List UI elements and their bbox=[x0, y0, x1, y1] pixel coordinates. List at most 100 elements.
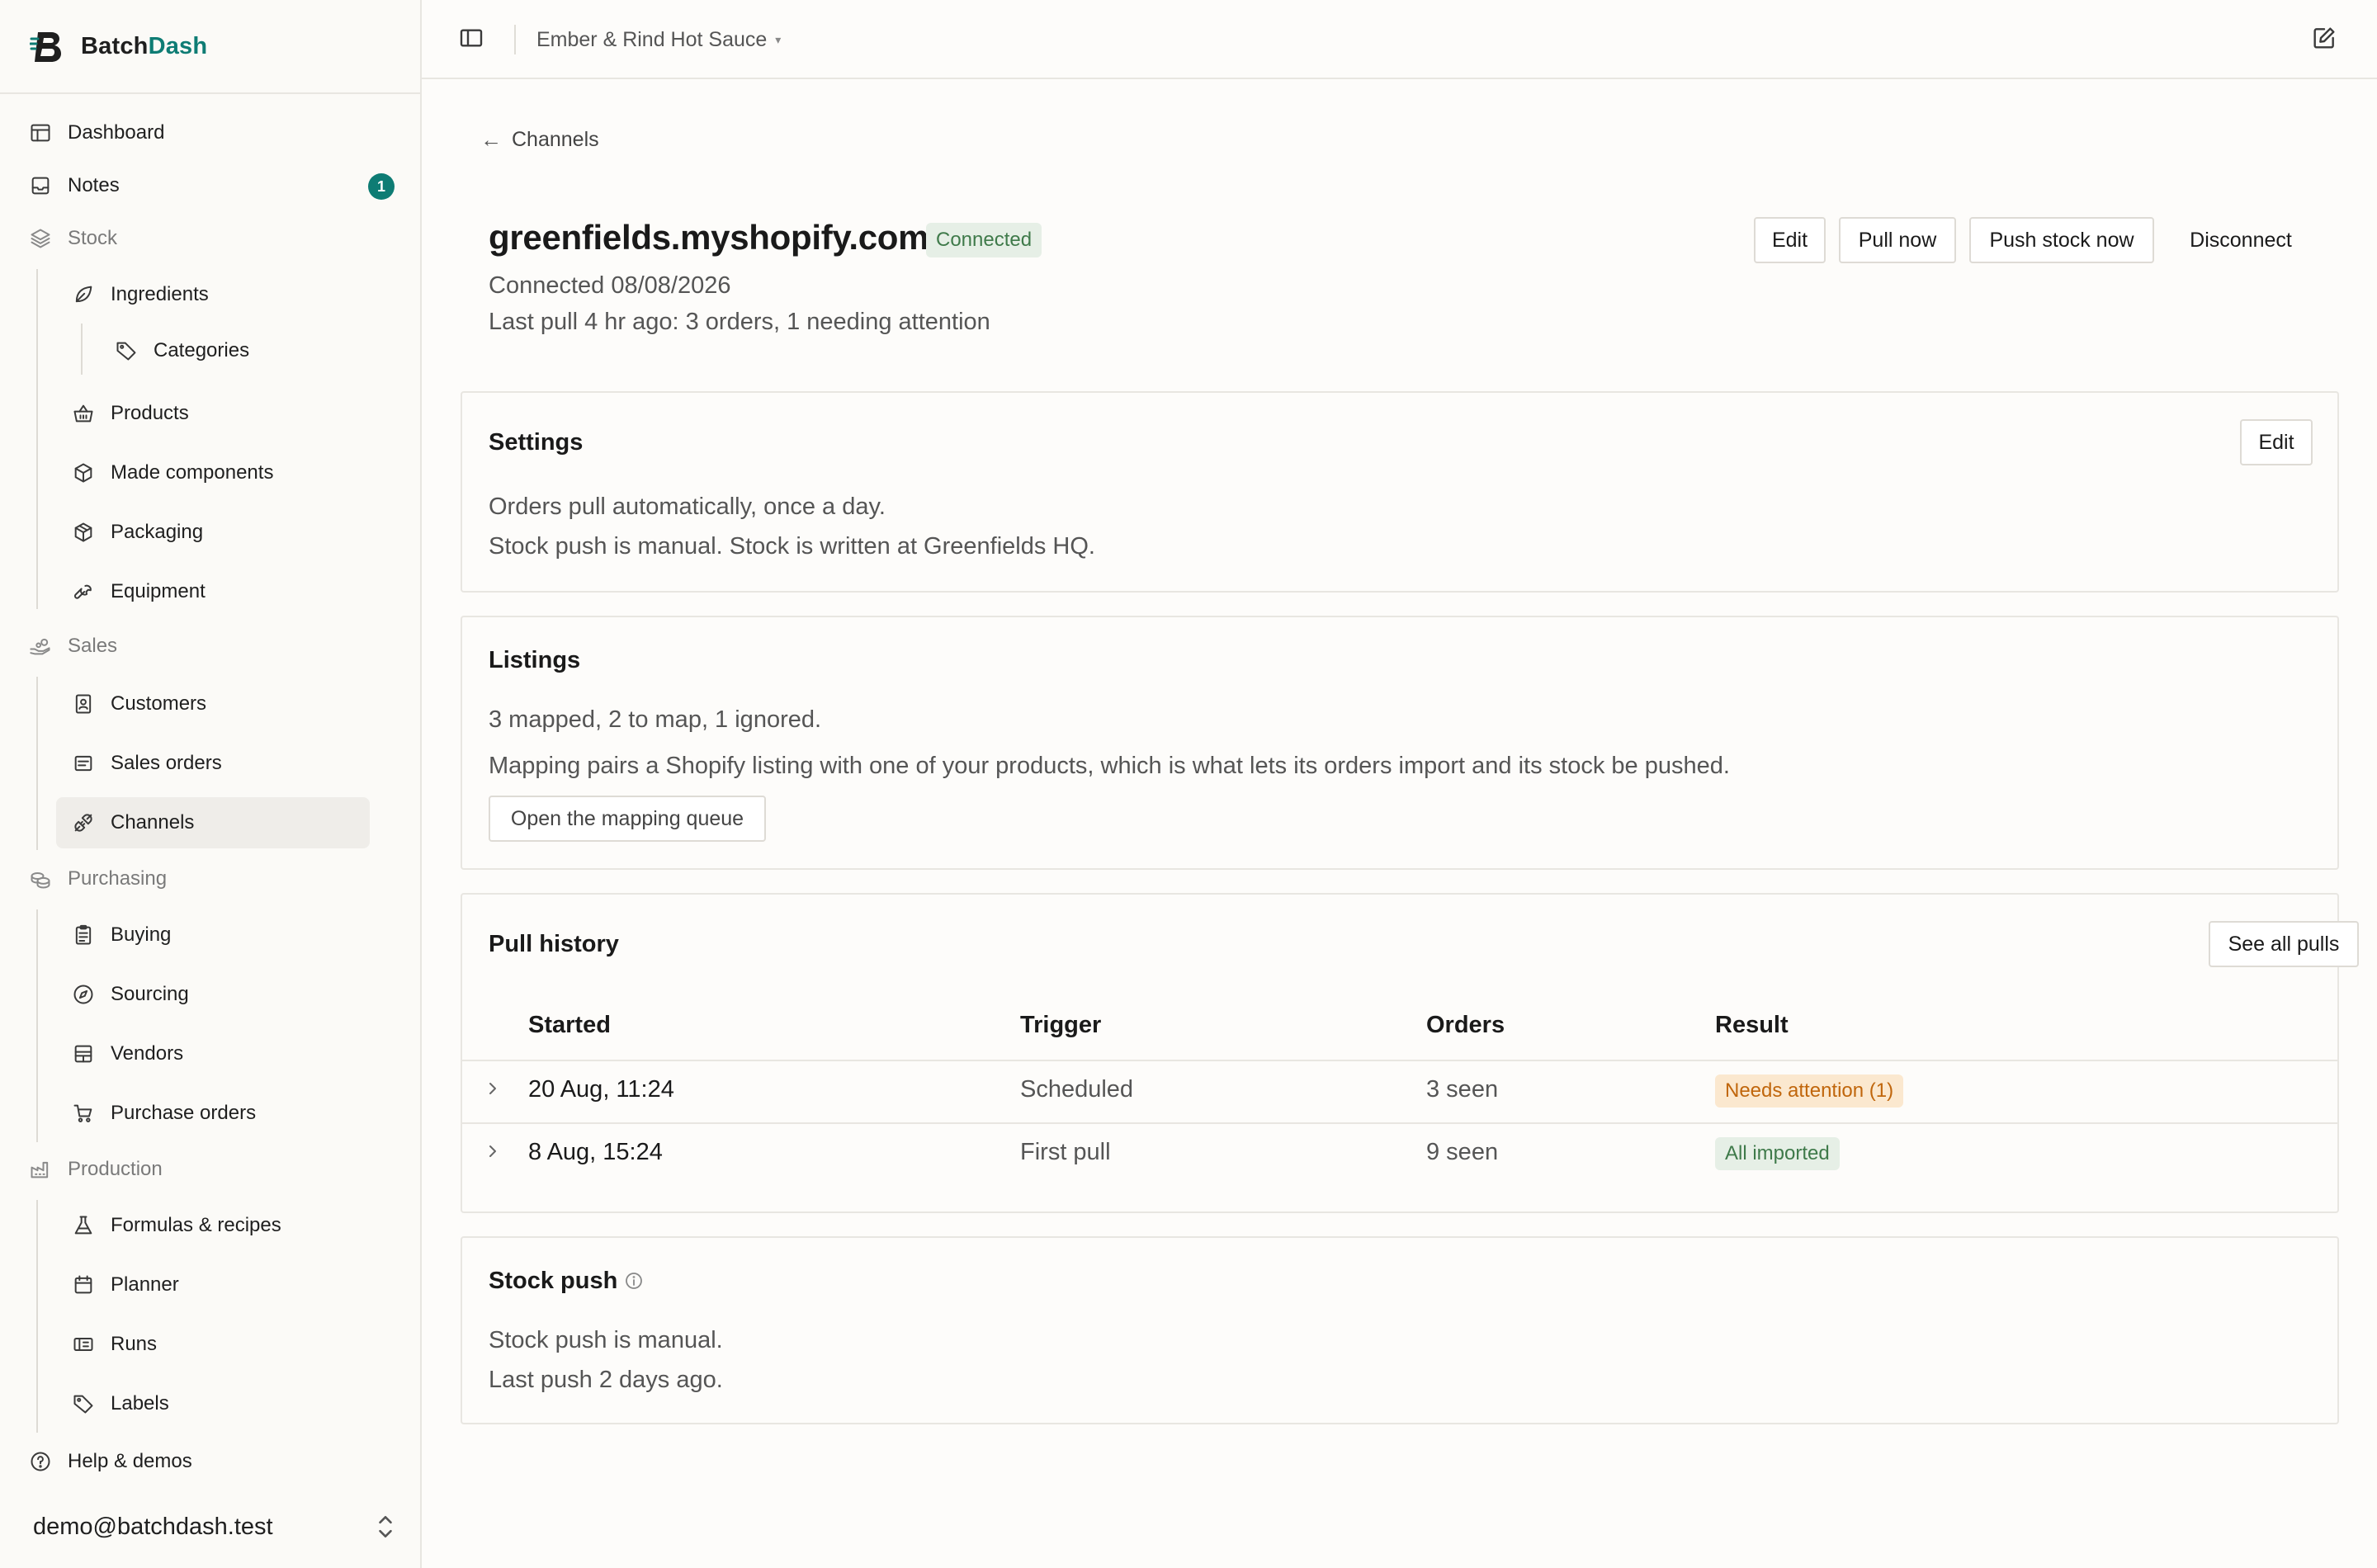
sidebar-group-production[interactable]: Production bbox=[28, 1144, 391, 1195]
sidebar-item-sales-orders[interactable]: Sales orders bbox=[71, 738, 368, 789]
sidebar-item-runs[interactable]: Runs bbox=[71, 1319, 368, 1370]
sidebar-item-label: Stock bbox=[68, 227, 118, 249]
expand-row-chevron-icon[interactable] bbox=[484, 1142, 503, 1162]
sidebar-item-label: Channels bbox=[111, 811, 195, 834]
sidebar-item-label: Products bbox=[111, 402, 189, 424]
column-header-started[interactable]: Started bbox=[528, 1012, 611, 1039]
sidebar-item-label: Made components bbox=[111, 461, 274, 484]
sidebar-item-label: Sourcing bbox=[111, 983, 189, 1005]
panel-left-icon bbox=[460, 29, 483, 47]
sidebar-item-label: Sales orders bbox=[111, 752, 222, 774]
sidebar-group-purchasing[interactable]: Purchasing bbox=[28, 853, 391, 904]
disconnect-button[interactable]: Disconnect bbox=[2167, 217, 2314, 263]
chevrons-up-down-icon bbox=[379, 1516, 392, 1537]
pull-now-button[interactable]: Pull now bbox=[1839, 217, 1956, 263]
ticket-icon bbox=[71, 1332, 96, 1357]
sidebar-item-label: Help & demos bbox=[68, 1450, 192, 1472]
sidebar-item-ingredients[interactable]: Ingredients bbox=[71, 269, 368, 320]
sidebar-item-equipment[interactable]: Equipment bbox=[71, 566, 368, 617]
expand-row-chevron-icon[interactable] bbox=[484, 1079, 503, 1099]
sidebar-item-categories[interactable]: Categories bbox=[114, 325, 362, 376]
sidebar-item-buying[interactable]: Buying bbox=[71, 909, 368, 961]
listings-description: Mapping pairs a Shopify listing with one… bbox=[489, 753, 1730, 779]
notes-count-badge: 1 bbox=[368, 173, 395, 200]
row-orders: 9 seen bbox=[1426, 1139, 1499, 1165]
info-icon[interactable] bbox=[624, 1271, 645, 1292]
edit-channel-button[interactable]: Edit bbox=[1754, 217, 1826, 263]
tree-line bbox=[36, 909, 38, 1142]
leaf-icon bbox=[71, 282, 96, 307]
stock-push-line-2: Last push 2 days ago. bbox=[489, 1367, 723, 1393]
sidebar-item-label: Equipment bbox=[111, 580, 206, 602]
sidebar-item-label: Sales bbox=[68, 635, 118, 657]
sidebar-item-vendors[interactable]: Vendors bbox=[71, 1028, 368, 1079]
contact-icon bbox=[71, 692, 96, 716]
settings-title: Settings bbox=[489, 429, 584, 456]
sidebar-item-label: Formulas & recipes bbox=[111, 1214, 281, 1236]
calendar-icon bbox=[71, 1273, 96, 1297]
sidebar-group-stock[interactable]: Stock bbox=[28, 213, 391, 264]
open-mapping-queue-button[interactable]: Open the mapping queue bbox=[489, 796, 766, 842]
listings-card: Listings 3 mapped, 2 to map, 1 ignored. … bbox=[461, 616, 2339, 870]
sidebar-item-label: Packaging bbox=[111, 521, 204, 543]
column-header-orders[interactable]: Orders bbox=[1426, 1012, 1505, 1039]
edit-square-icon bbox=[2313, 27, 2335, 49]
sidebar-toggle-button[interactable] bbox=[458, 25, 488, 54]
sidebar-item-label: Dashboard bbox=[68, 121, 165, 144]
sidebar-item-customers[interactable]: Customers bbox=[71, 678, 368, 730]
stock-push-title: Stock push bbox=[489, 1268, 618, 1294]
sidebar-item-help[interactable]: Help & demos bbox=[28, 1436, 391, 1487]
sidebar-item-planner[interactable]: Planner bbox=[71, 1259, 368, 1311]
sidebar-item-labels[interactable]: Labels bbox=[71, 1378, 368, 1429]
edit-settings-button[interactable]: Edit bbox=[2240, 419, 2313, 465]
sidebar-item-products[interactable]: Products bbox=[71, 388, 368, 439]
wrench-icon bbox=[71, 579, 96, 604]
sidebar-item-purchase-orders[interactable]: Purchase orders bbox=[71, 1088, 368, 1139]
sidebar-item-packaging[interactable]: Packaging bbox=[71, 507, 368, 558]
table-divider bbox=[462, 1060, 2337, 1061]
row-started: 8 Aug, 15:24 bbox=[528, 1139, 663, 1165]
cart-icon bbox=[71, 1101, 96, 1126]
help-circle-icon bbox=[28, 1449, 53, 1474]
tag-icon bbox=[71, 1391, 96, 1416]
user-menu[interactable]: demo@batchdash.test bbox=[33, 1502, 396, 1551]
stock-push-line-1: Stock push is manual. bbox=[489, 1327, 723, 1353]
back-to-channels-link[interactable]: ← Channels bbox=[480, 127, 599, 153]
stock-push-card: Stock push Stock push is manual. Last pu… bbox=[461, 1236, 2339, 1424]
tree-line bbox=[36, 1200, 38, 1433]
sidebar-item-channels[interactable]: Channels bbox=[56, 797, 370, 848]
listings-title: Listings bbox=[489, 647, 581, 673]
topbar-divider bbox=[514, 25, 516, 54]
clipboard-icon bbox=[71, 923, 96, 947]
sidebar-item-label: Notes bbox=[68, 174, 120, 196]
sidebar-item-label: Runs bbox=[111, 1333, 158, 1355]
sidebar-item-label: Vendors bbox=[111, 1042, 184, 1065]
sidebar-item-formulas[interactable]: Formulas & recipes bbox=[71, 1200, 368, 1251]
brand[interactable]: BatchDash bbox=[30, 28, 207, 64]
push-stock-now-button[interactable]: Push stock now bbox=[1969, 217, 2154, 263]
listings-summary: 3 mapped, 2 to map, 1 ignored. bbox=[489, 706, 822, 733]
layout-icon bbox=[28, 120, 53, 145]
sidebar-item-made-components[interactable]: Made components bbox=[71, 447, 368, 498]
sidebar-item-label: Labels bbox=[111, 1392, 169, 1415]
settings-line-2: Stock push is manual. Stock is written a… bbox=[489, 533, 1095, 560]
column-header-result[interactable]: Result bbox=[1715, 1012, 1789, 1039]
coins-icon bbox=[28, 867, 53, 891]
row-trigger: Scheduled bbox=[1020, 1076, 1134, 1103]
sidebar-item-notes[interactable]: Notes bbox=[28, 160, 391, 211]
sidebar-item-label: Customers bbox=[111, 692, 207, 715]
column-header-trigger[interactable]: Trigger bbox=[1020, 1012, 1101, 1039]
sidebar-item-sourcing[interactable]: Sourcing bbox=[71, 969, 368, 1020]
pull-history-title: Pull history bbox=[489, 931, 619, 957]
sidebar-group-sales[interactable]: Sales bbox=[28, 621, 391, 672]
row-trigger: First pull bbox=[1020, 1139, 1111, 1165]
compose-button[interactable] bbox=[2311, 25, 2341, 54]
org-switcher[interactable]: Ember & Rind Hot Sauce ▾ bbox=[536, 23, 781, 56]
settings-line-1: Orders pull automatically, once a day. bbox=[489, 494, 886, 520]
basket-icon bbox=[71, 401, 96, 426]
package-icon bbox=[71, 520, 96, 545]
sidebar-item-dashboard[interactable]: Dashboard bbox=[28, 107, 391, 158]
factory-icon bbox=[28, 1157, 53, 1182]
sidebar-item-label: Categories bbox=[154, 339, 250, 361]
see-all-pulls-button[interactable]: See all pulls bbox=[2209, 921, 2359, 967]
